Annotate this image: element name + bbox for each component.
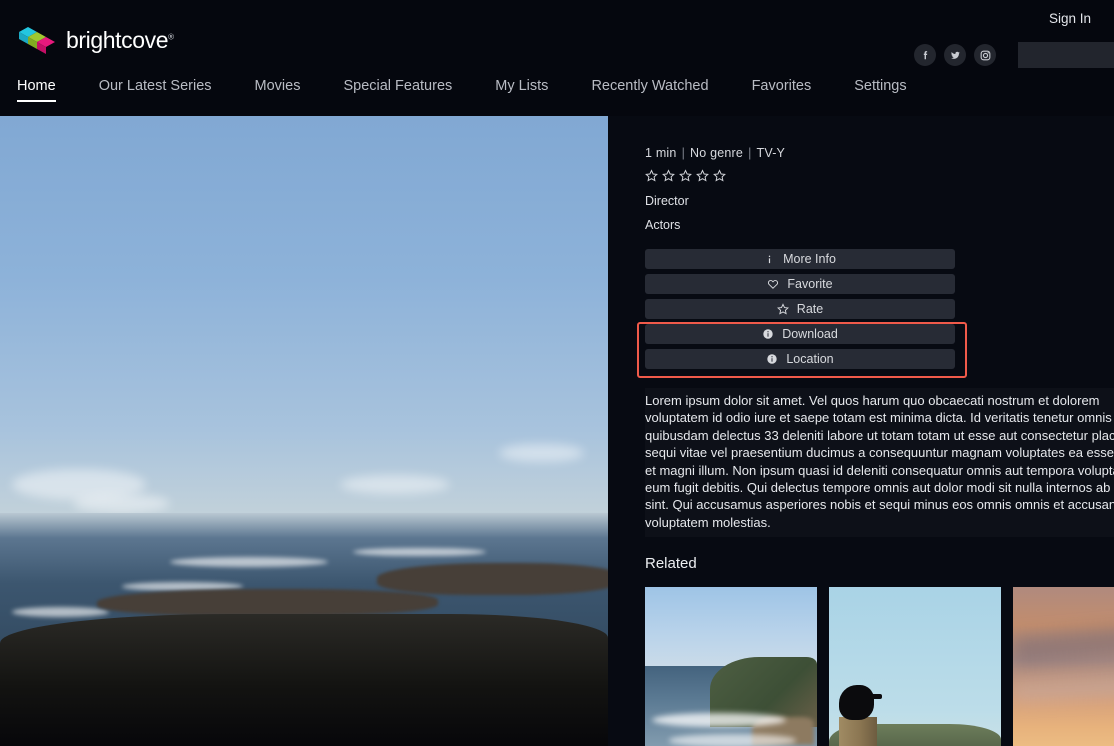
download-button[interactable]: Download: [645, 324, 955, 344]
rating-stars[interactable]: [645, 169, 1114, 182]
thumb-surf: [669, 734, 797, 746]
brightcove-logo[interactable]: brightcove®: [17, 25, 174, 55]
favorite-button[interactable]: Favorite: [645, 274, 955, 294]
info-circle-icon: [763, 329, 773, 339]
video-player[interactable]: [0, 116, 608, 746]
download-label: Download: [782, 327, 838, 341]
related-section-title: Related: [645, 555, 697, 573]
crow-shape: [839, 685, 874, 721]
star-icon[interactable]: [696, 169, 709, 182]
meta-duration: 1 min: [645, 146, 677, 160]
detail-panel: 1 min | No genre | TV-Y Director Actors More…: [608, 116, 1114, 746]
cloud-shape: [72, 494, 171, 513]
nav-item-my-lists[interactable]: My Lists: [495, 78, 548, 100]
related-thumb-lighthouse-coast[interactable]: [645, 587, 817, 746]
info-circle-icon: [767, 354, 778, 364]
sign-in-link[interactable]: Sign In: [1049, 11, 1091, 26]
video-description: Lorem ipsum dolor sit amet. Vel quos har…: [645, 388, 1114, 538]
star-icon: [776, 303, 789, 315]
crow-beak-shape: [870, 694, 883, 700]
nav-item-special-features[interactable]: Special Features: [343, 78, 452, 100]
trademark-mark: ®: [168, 31, 174, 41]
star-icon[interactable]: [713, 169, 726, 182]
nav-item-our-latest-series[interactable]: Our Latest Series: [99, 78, 212, 100]
info-icon: [768, 255, 771, 263]
rate-button[interactable]: Rate: [645, 299, 955, 319]
rock-ridge: [376, 563, 608, 595]
more-info-button[interactable]: More Info: [645, 249, 955, 269]
site-header: brightcove® Sign In: [0, 0, 1114, 72]
location-label: Location: [786, 352, 834, 366]
nav-item-recently-watched[interactable]: Recently Watched: [591, 78, 708, 100]
meta-genre: No genre: [690, 146, 744, 160]
star-icon[interactable]: [679, 169, 692, 182]
related-videos-row: [645, 587, 1114, 746]
brightcove-logo-text: brightcove®: [66, 26, 174, 53]
brightcove-logo-mark: [19, 27, 55, 54]
nav-item-home[interactable]: Home: [17, 78, 56, 102]
star-icon[interactable]: [645, 169, 658, 182]
cloud-shape: [340, 475, 450, 494]
content-area: 1 min | No genre | TV-Y Director Actors More…: [0, 116, 1114, 746]
nav-item-movies[interactable]: Movies: [255, 78, 301, 100]
instagram-icon[interactable]: [974, 44, 996, 66]
search-input[interactable]: [1018, 42, 1114, 68]
nav-item-favorites[interactable]: Favorites: [752, 78, 812, 100]
video-meta: 1 min | No genre | TV-Y: [645, 146, 1114, 160]
more-info-label: More Info: [783, 252, 836, 266]
meta-separator: |: [681, 146, 686, 160]
thumb-post: [839, 716, 878, 746]
director-label: Director: [645, 194, 689, 208]
wave-shape: [170, 557, 329, 568]
actors-label: Actors: [645, 218, 681, 232]
related-thumb-sunset-sky[interactable]: [1013, 587, 1114, 746]
twitter-icon[interactable]: [944, 44, 966, 66]
star-icon[interactable]: [662, 169, 675, 182]
rock-ridge: [97, 588, 438, 617]
related-thumb-crow-on-post[interactable]: [829, 587, 1001, 746]
rate-label: Rate: [796, 302, 824, 316]
location-button[interactable]: Location: [645, 349, 955, 369]
action-buttons: More Info Favorite Rate Download Locatio: [637, 249, 975, 378]
thumb-sky: [645, 587, 817, 666]
social-links: [914, 44, 996, 66]
nav-item-settings[interactable]: Settings: [854, 78, 906, 100]
heart-icon: [768, 280, 779, 289]
meta-rating: TV-Y: [756, 146, 786, 160]
meta-separator: |: [748, 146, 752, 160]
favorite-label: Favorite: [787, 277, 833, 291]
main-navigation: Home Our Latest Series Movies Special Fe…: [0, 72, 1114, 116]
thumb-sunset: [1013, 587, 1114, 746]
foreground-shore: [0, 613, 608, 746]
facebook-icon[interactable]: [914, 44, 936, 66]
